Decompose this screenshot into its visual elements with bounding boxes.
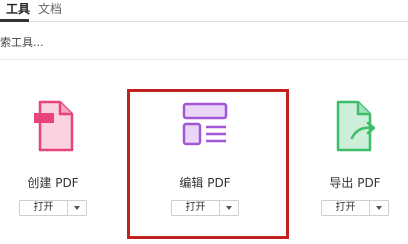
create-pdf-open-button[interactable]: 打开 xyxy=(20,201,68,215)
tab-tools[interactable]: 工具 xyxy=(6,1,30,17)
export-pdf-open-split-button: 打开 xyxy=(321,200,389,216)
export-pdf-label: 导出 PDF xyxy=(329,176,381,190)
create-pdf-label: 创建 PDF xyxy=(27,176,79,190)
create-pdf-dropdown-button[interactable] xyxy=(68,201,86,215)
chevron-down-icon xyxy=(376,206,382,210)
edit-pdf-label: 编辑 PDF xyxy=(179,176,231,190)
chevron-down-icon xyxy=(74,206,80,210)
edit-pdf-icon[interactable] xyxy=(178,96,232,156)
tool-card-edit-pdf: 编辑 PDF 打开 xyxy=(160,92,250,220)
edit-pdf-open-button[interactable]: 打开 xyxy=(172,201,220,215)
create-pdf-icon[interactable] xyxy=(26,96,80,156)
active-tab-indicator xyxy=(0,19,29,22)
tab-bar: 工具 文档 xyxy=(0,0,408,22)
tool-card-export-pdf: 导出 PDF 打开 xyxy=(310,92,400,220)
edit-pdf-dropdown-button[interactable] xyxy=(220,201,238,215)
tool-card-create-pdf: 创建 PDF 打开 xyxy=(8,92,98,220)
export-pdf-icon[interactable] xyxy=(328,96,382,156)
search-tools-input[interactable] xyxy=(0,26,408,60)
create-pdf-open-split-button: 打开 xyxy=(19,200,87,216)
tab-documents[interactable]: 文档 xyxy=(38,1,62,17)
chevron-down-icon xyxy=(226,206,232,210)
edit-pdf-open-split-button: 打开 xyxy=(171,200,239,216)
export-pdf-dropdown-button[interactable] xyxy=(370,201,388,215)
export-pdf-open-button[interactable]: 打开 xyxy=(322,201,370,215)
